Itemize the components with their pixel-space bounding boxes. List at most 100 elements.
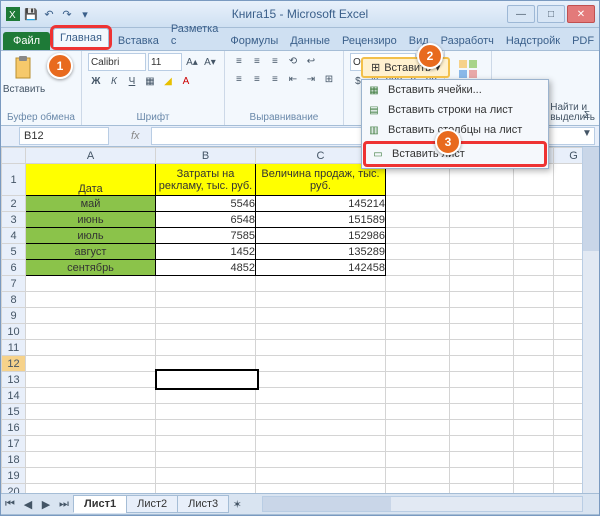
cell[interactable]: 145214	[256, 196, 386, 212]
wrap-text-icon[interactable]: ↩	[303, 53, 319, 69]
row-header[interactable]: 8	[2, 292, 26, 308]
row-header[interactable]: 16	[2, 420, 26, 436]
redo-icon[interactable]: ↷	[59, 6, 75, 22]
align-middle-icon[interactable]: ≡	[249, 53, 265, 69]
row-header[interactable]: 20	[2, 484, 26, 494]
sheet-nav-next-icon[interactable]: ▶	[38, 496, 54, 512]
tab-formulas[interactable]: Формулы	[224, 32, 284, 50]
name-box[interactable]: B12	[19, 127, 109, 145]
row-header[interactable]: 14	[2, 388, 26, 404]
tab-developer[interactable]: Разработч	[435, 32, 500, 50]
worksheet-grid[interactable]: A B C D E F G 1 Дата Затраты на рекламу,…	[1, 147, 594, 493]
bold-icon[interactable]: Ж	[88, 73, 104, 89]
row-header[interactable]: 18	[2, 452, 26, 468]
cell[interactable]: сентябрь	[26, 260, 156, 276]
sheet-tab-3[interactable]: Лист3	[177, 495, 229, 513]
horizontal-scrollbar[interactable]	[262, 496, 583, 512]
align-left-icon[interactable]: ≡	[231, 71, 247, 87]
row-header[interactable]: 6	[2, 260, 26, 276]
vscroll-thumb[interactable]	[583, 147, 599, 251]
save-icon[interactable]: 💾	[23, 6, 39, 22]
cell[interactable]: август	[26, 244, 156, 260]
border-icon[interactable]: ▦	[142, 73, 158, 89]
cell[interactable]: июнь	[26, 212, 156, 228]
minimize-button[interactable]: —	[507, 5, 535, 23]
row-header[interactable]: 5	[2, 244, 26, 260]
cell[interactable]: 152986	[256, 228, 386, 244]
maximize-button[interactable]: □	[537, 5, 565, 23]
cell[interactable]: май	[26, 196, 156, 212]
insert-cells-item[interactable]: ▦Вставить ячейки...	[362, 80, 548, 100]
fill-color-icon[interactable]: ◢	[160, 73, 176, 89]
row-header[interactable]: 11	[2, 340, 26, 356]
grow-font-icon[interactable]: A▴	[184, 54, 200, 70]
indent-inc-icon[interactable]: ⇥	[303, 71, 319, 87]
cell[interactable]: 142458	[256, 260, 386, 276]
callout-badge-3: 3	[435, 129, 461, 155]
tab-review[interactable]: Рецензиро	[336, 32, 403, 50]
cell[interactable]: июль	[26, 228, 156, 244]
row-header[interactable]: 1	[2, 164, 26, 196]
row-header[interactable]: 9	[2, 308, 26, 324]
cell[interactable]: 1452	[156, 244, 256, 260]
cell[interactable]: 7585	[156, 228, 256, 244]
cell[interactable]: Затраты на рекламу, тыс. руб.	[156, 164, 256, 196]
qat-more-icon[interactable]: ▾	[77, 6, 93, 22]
sheet-tab-2[interactable]: Лист2	[126, 495, 178, 513]
cell[interactable]: 151589	[256, 212, 386, 228]
align-center-icon[interactable]: ≡	[249, 71, 265, 87]
cols-icon: ▥	[367, 123, 381, 137]
cell[interactable]: 5546	[156, 196, 256, 212]
close-button[interactable]: ✕	[567, 5, 595, 23]
row-header[interactable]: 3	[2, 212, 26, 228]
tab-insert[interactable]: Вставка	[112, 32, 165, 50]
cell[interactable]: Дата	[26, 164, 156, 196]
fill-icon[interactable]: ▼	[579, 125, 595, 141]
tab-pdf[interactable]: PDF	[566, 32, 600, 50]
font-size-select[interactable]: 11	[148, 53, 182, 71]
font-name-select[interactable]: Calibri	[88, 53, 146, 71]
paste-button[interactable]: Вставить	[7, 53, 41, 97]
tab-pagelayout[interactable]: Разметка с	[165, 20, 225, 50]
shrink-font-icon[interactable]: A▾	[202, 54, 218, 70]
italic-icon[interactable]: К	[106, 73, 122, 89]
row-header[interactable]: 10	[2, 324, 26, 340]
orientation-icon[interactable]: ⟲	[285, 53, 301, 69]
cell[interactable]: 4852	[156, 260, 256, 276]
row-header[interactable]: 13	[2, 372, 26, 388]
row-header-selected[interactable]: 12	[2, 356, 26, 372]
align-bottom-icon[interactable]: ≡	[267, 53, 283, 69]
sheet-nav-prev-icon[interactable]: ◀	[20, 496, 36, 512]
hscroll-thumb[interactable]	[263, 497, 391, 511]
row-header[interactable]: 17	[2, 436, 26, 452]
tab-home[interactable]: Главная	[53, 28, 109, 47]
merge-icon[interactable]: ⊞	[321, 71, 337, 87]
vertical-scrollbar[interactable]	[582, 147, 599, 493]
tab-addins[interactable]: Надстройк	[500, 32, 566, 50]
sheet-nav-first-icon[interactable]: ⏮	[2, 496, 18, 512]
cell[interactable]: 135289	[256, 244, 386, 260]
col-header-B[interactable]: B	[156, 148, 256, 164]
col-header-A[interactable]: A	[26, 148, 156, 164]
undo-icon[interactable]: ↶	[41, 6, 57, 22]
row-header[interactable]: 7	[2, 276, 26, 292]
row-header[interactable]: 4	[2, 228, 26, 244]
row-header[interactable]: 15	[2, 404, 26, 420]
insert-rows-item[interactable]: ▤Вставить строки на лист	[362, 100, 548, 120]
sheet-tab-1[interactable]: Лист1	[73, 495, 127, 513]
row-header[interactable]: 19	[2, 468, 26, 484]
tab-data[interactable]: Данные	[284, 32, 336, 50]
new-sheet-icon[interactable]: ✶	[229, 496, 245, 512]
underline-icon[interactable]: Ч	[124, 73, 140, 89]
row-header[interactable]: 2	[2, 196, 26, 212]
font-color-icon[interactable]: A	[178, 73, 194, 89]
cell[interactable]: 6548	[156, 212, 256, 228]
excel-window: X 💾 ↶ ↷ ▾ Книга15 - Microsoft Excel — □ …	[0, 0, 600, 516]
align-right-icon[interactable]: ≡	[267, 71, 283, 87]
file-tab[interactable]: Файл	[3, 32, 50, 50]
align-top-icon[interactable]: ≡	[231, 53, 247, 69]
select-all-corner[interactable]	[2, 148, 26, 164]
sheet-nav-last-icon[interactable]: ⏭	[56, 496, 72, 512]
indent-dec-icon[interactable]: ⇤	[285, 71, 301, 87]
fx-icon[interactable]: fx	[131, 130, 147, 142]
